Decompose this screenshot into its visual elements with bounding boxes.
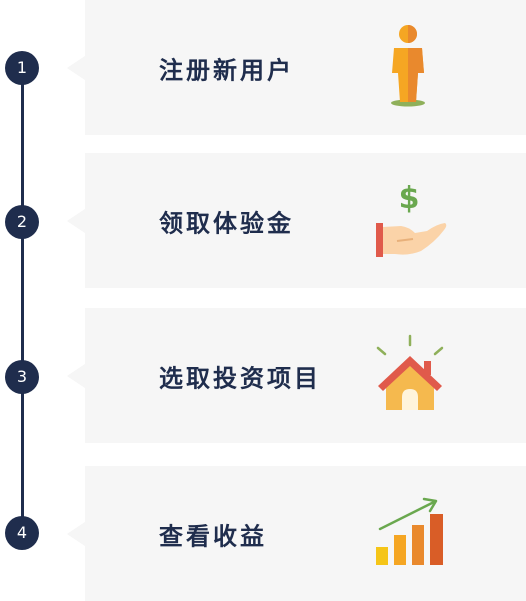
step-label: 领取体验金 [159, 209, 294, 237]
hand-money-icon: $ [373, 178, 449, 264]
house-icon [374, 334, 446, 418]
step-number-badge: 1 [5, 51, 39, 85]
timeline-line [21, 68, 24, 533]
step-label: 选取投资项目 [159, 364, 321, 392]
step-label: 注册新用户 [159, 56, 294, 84]
step-number-badge: 2 [5, 205, 39, 239]
step-number-badge: 3 [5, 360, 39, 394]
person-icon [388, 24, 428, 112]
step-card-view-earnings[interactable]: 查看收益 [67, 466, 526, 601]
step-number-badge: 4 [5, 516, 39, 550]
growth-chart-icon [374, 495, 450, 573]
step-label: 查看收益 [159, 522, 267, 550]
step-card-claim-bonus[interactable]: 领取体验金 $ [67, 153, 526, 288]
dollar-symbol: $ [399, 181, 420, 216]
step-card-select-project[interactable]: 选取投资项目 [67, 308, 526, 443]
step-card-register[interactable]: 注册新用户 [67, 0, 526, 135]
